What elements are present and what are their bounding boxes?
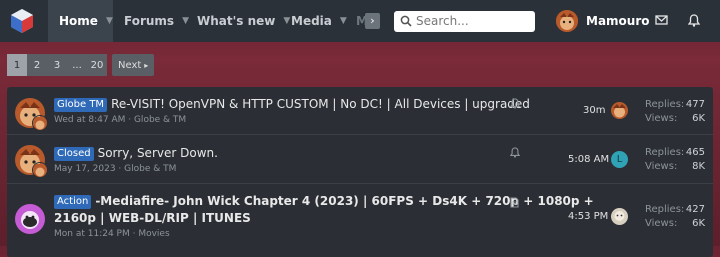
- chevron-down-icon[interactable]: ▼: [340, 16, 347, 26]
- replies-label: Replies:: [645, 204, 685, 215]
- thread-title-text-continued[interactable]: 2160p | WEB-DL/RIP | ITUNES: [54, 211, 251, 225]
- page-2[interactable]: 2: [27, 54, 47, 76]
- replies-label: Replies:: [645, 147, 685, 158]
- last-poster-avatar[interactable]: [611, 102, 628, 119]
- page-1[interactable]: 1: [7, 54, 27, 76]
- bell-icon: [510, 147, 520, 158]
- thread-title[interactable]: Closed Sorry, Server Down.: [54, 145, 218, 162]
- views-label: Views:: [645, 113, 678, 124]
- bell-icon: [510, 98, 520, 109]
- tab-home-label: Home: [59, 14, 98, 28]
- replies-label: Replies:: [645, 99, 685, 110]
- last-poster-avatar[interactable]: [611, 208, 628, 225]
- thread-list: Globe TM Re-VISIT! OpenVPN & HTTP CUSTOM …: [7, 87, 713, 257]
- tab-whats-new-label: What's new: [197, 14, 276, 28]
- tab-whats-new[interactable]: What's new ▼: [197, 0, 290, 42]
- envelope-icon[interactable]: [655, 14, 668, 26]
- scroll-right-icon[interactable]: ›: [365, 13, 380, 29]
- prefix-badge[interactable]: Action: [54, 195, 92, 209]
- page-3[interactable]: 3: [47, 54, 67, 76]
- prefix-badge[interactable]: Globe TM: [54, 98, 108, 112]
- thread-author-avatar[interactable]: [15, 204, 45, 234]
- thread-title-text[interactable]: Sorry, Server Down.: [98, 146, 218, 160]
- row-divider: [7, 183, 713, 184]
- replies-count: 465: [685, 147, 705, 158]
- tab-forums-label: Forums: [124, 14, 175, 28]
- next-button[interactable]: Next ▸: [112, 54, 155, 76]
- top-navigation: Home ▼ Forums ▼ What's new ▼ Media ▼ M ›…: [0, 0, 720, 42]
- tab-media[interactable]: Media ▼: [291, 0, 347, 42]
- views-count: 8K: [692, 161, 705, 172]
- avatar[interactable]: [556, 10, 578, 32]
- last-post-time[interactable]: 4:53 PM: [568, 211, 608, 222]
- bell-icon[interactable]: [688, 14, 700, 27]
- views-label: Views:: [645, 161, 678, 172]
- chevron-right-icon: ▸: [144, 60, 149, 70]
- prefix-badge[interactable]: Closed: [54, 147, 94, 161]
- tab-home[interactable]: Home ▼: [48, 0, 113, 42]
- replies-count: 477: [685, 99, 705, 110]
- page-20[interactable]: 20: [87, 54, 107, 76]
- logo-icon[interactable]: [8, 7, 36, 35]
- username[interactable]: Mamouro: [586, 14, 650, 28]
- thread-meta[interactable]: Mon at 11:24 PM · Movies: [54, 229, 170, 239]
- replies-count: 427: [685, 204, 705, 215]
- pagination: 1 2 3 ... 20 Next ▸: [7, 54, 155, 76]
- tab-media-label: Media: [291, 14, 332, 28]
- last-post-time[interactable]: 30m: [583, 105, 605, 116]
- thread-title[interactable]: Globe TM Re-VISIT! OpenVPN & HTTP CUSTOM …: [54, 96, 530, 113]
- last-poster-mini-avatar[interactable]: [32, 115, 48, 131]
- search-placeholder: Search...: [416, 14, 469, 28]
- search-input[interactable]: Search...: [394, 11, 535, 32]
- tab-forums[interactable]: Forums ▼: [124, 0, 189, 42]
- views-count: 6K: [692, 218, 705, 229]
- document-icon: [510, 197, 519, 208]
- thread-meta[interactable]: May 17, 2023 · Globe & TM: [54, 164, 176, 174]
- row-divider: [7, 134, 713, 135]
- views-count: 6K: [692, 113, 705, 124]
- last-poster-mini-avatar[interactable]: [32, 162, 48, 178]
- thread-title-text[interactable]: Re-VISIT! OpenVPN & HTTP CUSTOM | No DC!…: [111, 97, 530, 111]
- last-post-time[interactable]: 5:08 AM: [568, 154, 609, 165]
- views-label: Views:: [645, 218, 678, 229]
- thread-meta[interactable]: Wed at 8:47 AM · Globe & TM: [54, 115, 186, 125]
- chevron-down-icon[interactable]: ▼: [182, 16, 189, 26]
- chevron-down-icon[interactable]: ▼: [106, 16, 113, 26]
- last-poster-avatar[interactable]: L: [611, 151, 628, 168]
- page-numbers: 1 2 3 ... 20: [7, 54, 107, 76]
- page-ellipsis[interactable]: ...: [67, 54, 87, 76]
- search-icon: [400, 15, 412, 27]
- chevron-down-icon[interactable]: ▼: [283, 16, 290, 26]
- next-button-label: Next: [118, 59, 142, 71]
